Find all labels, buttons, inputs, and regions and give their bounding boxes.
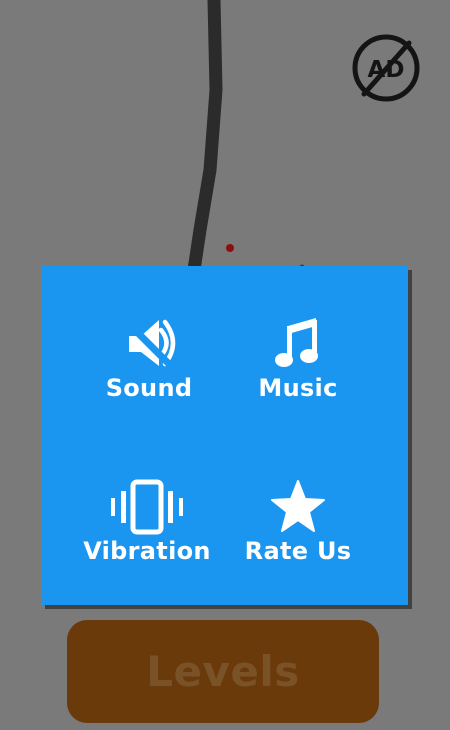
rate-us-label: Rate Us	[244, 537, 352, 565]
music-label: Music	[258, 374, 338, 402]
speaker-muted-icon	[122, 317, 176, 367]
levels-button[interactable]: Levels	[67, 620, 379, 723]
remove-ads-button[interactable]: AD	[351, 31, 421, 105]
game-screen: AD Sound Music Vibration Rate Us Levels	[0, 0, 450, 730]
drawn-rope-line	[187, 0, 223, 277]
star-icon	[271, 480, 325, 532]
vibration-phone-icon	[111, 479, 183, 535]
vibration-label: Vibration	[83, 537, 211, 565]
vibration-toggle[interactable]: Vibration	[72, 479, 222, 565]
red-dot	[226, 244, 234, 252]
rate-us-button[interactable]: Rate Us	[223, 479, 373, 565]
sound-toggle[interactable]: Sound	[74, 314, 224, 402]
sound-label: Sound	[105, 374, 193, 402]
music-note-icon	[275, 318, 318, 367]
no-ads-label: AD	[368, 57, 405, 83]
settings-panel: Sound Music Vibration Rate Us	[41, 266, 408, 605]
levels-label: Levels	[146, 647, 300, 696]
music-toggle[interactable]: Music	[223, 314, 373, 402]
no-ads-icon: AD	[352, 34, 420, 102]
